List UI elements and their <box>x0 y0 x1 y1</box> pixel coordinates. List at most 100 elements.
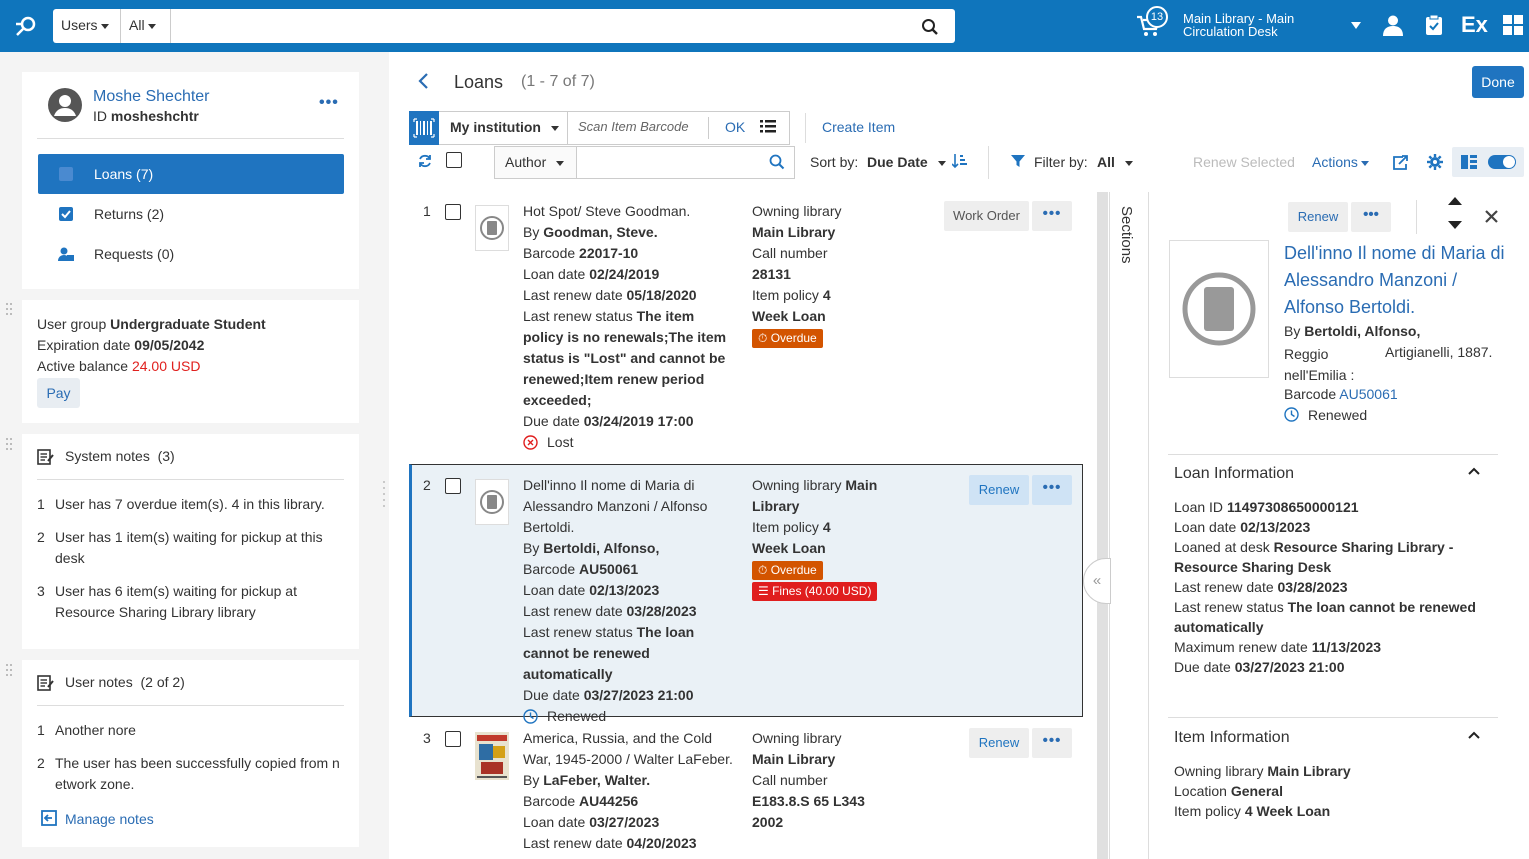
book-cover-image[interactable] <box>475 732 509 780</box>
loan-item-info: Owning library Main Library Call number … <box>752 201 852 348</box>
collapse-panel-icon[interactable]: « <box>1083 558 1111 604</box>
row-more-button[interactable]: ••• <box>1032 475 1072 505</box>
loan-search-input[interactable] <box>577 146 795 179</box>
loan-title[interactable]: America, Russia, and the Cold War, 1945-… <box>523 728 738 770</box>
search-icon[interactable] <box>921 18 939 36</box>
select-all-checkbox[interactable] <box>446 152 462 168</box>
row-checkbox[interactable] <box>445 731 461 747</box>
manage-notes-link[interactable]: Manage notes <box>65 811 154 827</box>
book-cover-icon[interactable] <box>475 205 509 251</box>
row-checkbox[interactable] <box>445 204 461 220</box>
renew-selected-button[interactable]: Renew Selected <box>1193 154 1295 170</box>
due-date-value: 03/27/2023 21:00 <box>583 687 694 703</box>
user-profile-icon[interactable] <box>1382 14 1404 36</box>
sections-bar[interactable] <box>1109 192 1149 859</box>
toggle-switch[interactable] <box>1488 155 1516 169</box>
detail-title[interactable]: Dell'inno Il nome di Maria di Alessandro… <box>1284 240 1509 321</box>
barcode-icon[interactable] <box>409 111 439 145</box>
sort-label: Sort by: <box>810 154 859 170</box>
item-information-header[interactable]: Item Information <box>1174 729 1290 747</box>
loan-details: Hot Spot/ Steve Goodman. By Goodman, Ste… <box>523 201 738 453</box>
row-more-button[interactable]: ••• <box>1032 201 1072 231</box>
view-toggle[interactable] <box>1452 147 1524 177</box>
detail-renew-button[interactable]: Renew <box>1288 202 1348 232</box>
loans-count: (1 - 7 of 7) <box>521 73 595 90</box>
loan-date-label: Loan date <box>523 814 586 830</box>
chevron-up-icon[interactable] <box>1468 731 1480 739</box>
user-name[interactable]: Moshe Shechter <box>93 88 210 106</box>
panel-resize-handle-icon[interactable] <box>382 480 386 512</box>
ex-libris-icon[interactable]: Ex <box>1461 12 1488 38</box>
search-scope-dropdown[interactable]: Users <box>53 9 121 43</box>
search-field-dropdown[interactable]: Author <box>494 146 577 179</box>
search-icon[interactable] <box>769 154 785 170</box>
user-group-value: Undergraduate Student <box>110 316 266 332</box>
barcode-link[interactable]: AU50061 <box>1339 386 1397 402</box>
loan-title[interactable]: Dell'inno Il nome di Maria di Alessandro… <box>523 475 738 538</box>
last-renew-value: 03/28/2023 <box>1277 579 1348 595</box>
close-icon[interactable] <box>1485 210 1498 223</box>
renew-button[interactable]: Renew <box>969 728 1029 758</box>
table-row[interactable] <box>409 192 1083 464</box>
loan-information-header[interactable]: Loan Information <box>1174 465 1294 483</box>
current-location[interactable]: Main Library - Main Circulation Desk <box>1183 12 1294 38</box>
work-order-button[interactable]: Work Order <box>944 201 1029 231</box>
ok-button[interactable]: OK <box>725 119 745 135</box>
note-text: User has 6 item(s) waiting for pickup at… <box>55 583 297 620</box>
book-cover-icon[interactable] <box>475 479 509 525</box>
create-item-link[interactable]: Create Item <box>822 119 895 135</box>
nav-item-returns[interactable]: Returns (2) <box>94 206 164 222</box>
user-id-value: mosheshchtr <box>110 108 199 124</box>
by-label: By <box>523 540 540 556</box>
renew-button[interactable]: Renew <box>969 475 1029 505</box>
pay-button[interactable]: Pay <box>37 378 80 408</box>
row-more-button[interactable]: ••• <box>1032 728 1072 758</box>
back-chevron-icon[interactable] <box>418 73 430 89</box>
barcode-label: Barcode <box>523 245 576 261</box>
drag-handle-icon[interactable] <box>6 664 14 678</box>
fines-badge-label: Fines (40.00 USD) <box>772 584 872 598</box>
list-icon[interactable] <box>760 119 776 133</box>
user-more-actions-button[interactable]: ••• <box>319 94 339 112</box>
filter-label: Filter by: <box>1034 154 1088 170</box>
loan-item-info: Owning library Main Library Item policy … <box>752 475 887 601</box>
scan-barcode-input[interactable]: Scan Item Barcode <box>567 112 707 144</box>
search-filter-dropdown[interactable]: All <box>121 9 171 43</box>
apps-grid-icon[interactable] <box>1503 15 1523 35</box>
last-renew-value: 03/28/2023 <box>626 603 697 619</box>
divider <box>708 117 709 139</box>
gear-icon[interactable] <box>1427 154 1443 170</box>
global-search-input[interactable] <box>171 9 911 43</box>
alma-logo-icon[interactable] <box>14 14 40 38</box>
overdue-badge: ⏱ Overdue <box>752 561 823 580</box>
chevron-up-icon[interactable] <box>1468 467 1480 475</box>
loan-title[interactable]: Hot Spot/ Steve Goodman. <box>523 201 738 222</box>
done-button[interactable]: Done <box>1472 66 1524 98</box>
sort-dropdown[interactable]: Due Date <box>867 154 946 170</box>
drag-handle-icon[interactable] <box>6 303 14 317</box>
detail-more-button[interactable]: ••• <box>1351 202 1391 232</box>
user-group: User group Undergraduate Student <box>37 316 266 332</box>
scrollbar[interactable] <box>1097 192 1108 859</box>
page-title: Loans <box>454 72 504 92</box>
due-date-label: Due date <box>1174 659 1231 675</box>
next-arrow-icon[interactable] <box>1448 221 1462 230</box>
drag-handle-icon[interactable] <box>6 438 14 452</box>
nav-item-loans[interactable]: Loans (7) <box>38 154 344 194</box>
export-icon[interactable] <box>1393 155 1408 170</box>
previous-arrow-icon[interactable] <box>1448 196 1462 205</box>
tasks-clipboard-icon[interactable] <box>1425 14 1443 36</box>
filter-dropdown[interactable]: All <box>1097 154 1133 170</box>
sections-label[interactable]: Sections <box>1118 206 1135 264</box>
institution-dropdown[interactable]: My institution <box>450 119 559 135</box>
note-text: User has 1 item(s) waiting for pickup at… <box>55 529 323 566</box>
split-view-icon[interactable] <box>1461 155 1477 169</box>
nav-item-requests[interactable]: Requests (0) <box>94 246 174 262</box>
last-renew-label: Last renew date <box>523 287 623 303</box>
actions-dropdown[interactable]: Actions <box>1312 154 1369 170</box>
row-number: 2 <box>423 477 431 493</box>
refresh-icon[interactable] <box>418 154 432 168</box>
row-checkbox[interactable] <box>445 478 461 494</box>
sort-direction-icon[interactable] <box>952 153 968 169</box>
location-chevron-down-icon[interactable] <box>1351 22 1361 29</box>
